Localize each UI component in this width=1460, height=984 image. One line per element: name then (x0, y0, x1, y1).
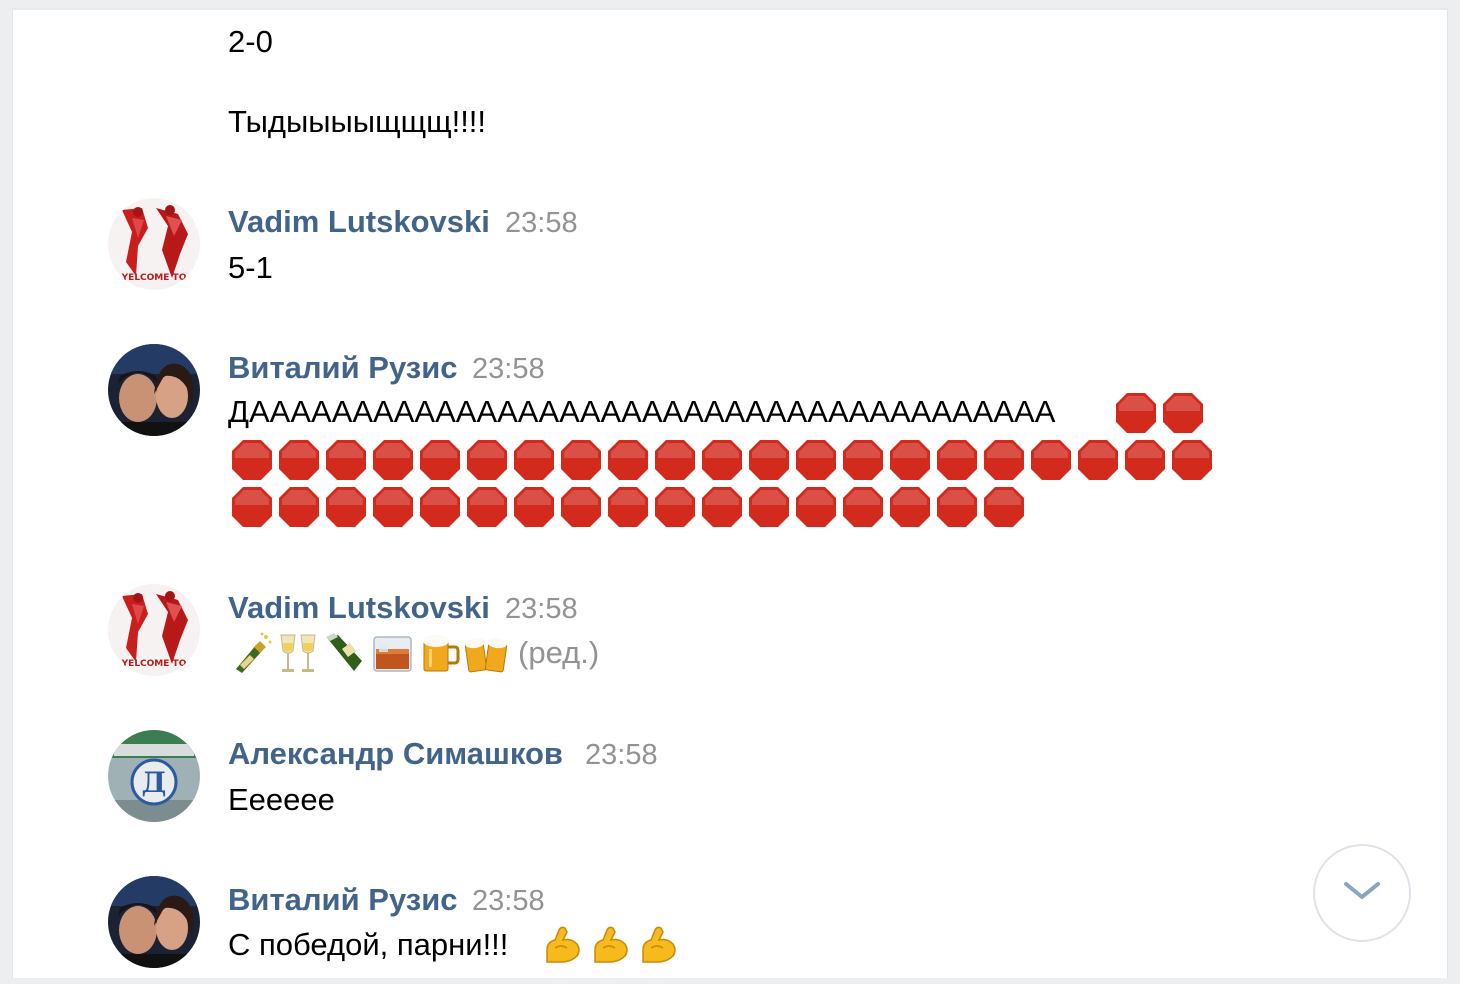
author-name[interactable]: Виталий Рузис (228, 348, 458, 388)
stop-sign-icon (653, 485, 697, 529)
stop-sign-icon (277, 438, 321, 482)
stop-sign-icon (1114, 391, 1158, 435)
emoji-line (1114, 391, 1205, 435)
flexed-biceps-icon (589, 924, 631, 966)
stop-sign-icon (935, 438, 979, 482)
stop-sign-icon (512, 485, 556, 529)
stop-sign-icon (888, 485, 932, 529)
stop-sign-icon (418, 438, 462, 482)
stop-sign-icon (465, 485, 509, 529)
author-name[interactable]: Vadim Lutskovski (228, 588, 490, 628)
avatar[interactable]: YELCOME TO (108, 584, 200, 676)
flexed-biceps-icon (541, 924, 583, 966)
emoji-line (541, 924, 679, 966)
message-time[interactable]: 23:58 (585, 735, 658, 775)
stop-sign-icon (606, 485, 650, 529)
drinks-emoji-row: (ред.) (230, 630, 599, 676)
whisky-glass-icon (371, 631, 414, 675)
stop-sign-icon (371, 485, 415, 529)
emoji-line (230, 485, 1026, 529)
stop-sign-icon (982, 438, 1026, 482)
author-name[interactable]: Александр Симашков (228, 734, 563, 774)
stop-sign-icon (1123, 438, 1167, 482)
clinking-beer-mugs-icon (465, 631, 508, 675)
stop-sign-icon (230, 485, 274, 529)
edited-label: (ред.) (518, 635, 600, 670)
stop-sign-icon (1029, 438, 1073, 482)
message-time[interactable]: 23:58 (505, 203, 578, 243)
avatar[interactable]: YELCOME TO (108, 198, 200, 290)
stop-sign-icon (700, 485, 744, 529)
message-text: ДААААААААААААААААААААААААААААААААААААААА (228, 394, 1056, 429)
stop-sign-icon (512, 438, 556, 482)
emoji-line (230, 438, 1214, 482)
svg-text:Д: Д (142, 766, 167, 799)
champagne-bottle-icon (324, 631, 367, 675)
avatar[interactable] (108, 876, 200, 968)
stop-sign-icon (888, 438, 932, 482)
avatar[interactable]: Д (108, 730, 200, 822)
stop-sign-icon (324, 485, 368, 529)
wine-glasses-icon (277, 631, 320, 675)
message-time[interactable]: 23:58 (472, 349, 545, 389)
stop-sign-icon (1076, 438, 1120, 482)
author-name[interactable]: Vadim Lutskovski (228, 202, 490, 242)
stop-sign-icon (747, 485, 791, 529)
chevron-down-icon (1342, 879, 1382, 908)
message-text: 2-0 (228, 24, 273, 59)
message-time[interactable]: 23:58 (505, 589, 578, 629)
stop-sign-icon (653, 438, 697, 482)
message-time[interactable]: 23:58 (472, 881, 545, 921)
stop-sign-icon (559, 438, 603, 482)
svg-text:YELCOME TO: YELCOME TO (121, 659, 187, 669)
stop-sign-icon (1161, 391, 1205, 435)
message-text: Ееееее (228, 782, 335, 817)
stop-sign-icon (606, 438, 650, 482)
stop-sign-icon (841, 485, 885, 529)
scroll-to-bottom-button[interactable] (1313, 844, 1411, 942)
stop-sign-icon (841, 438, 885, 482)
flexed-biceps-icon (637, 924, 679, 966)
stop-sign-icon (324, 438, 368, 482)
chat-history: 2-0 Тыдыыыыщщщ!!!! YELCOME TO Vadim Luts… (12, 8, 1448, 978)
bottle-popping-icon (230, 631, 273, 675)
message-text: 5-1 (228, 250, 273, 285)
message-text: С победой, парни!!! (228, 927, 509, 962)
stop-sign-icon (465, 438, 509, 482)
stop-sign-icon (1170, 438, 1214, 482)
stop-sign-icon (700, 438, 744, 482)
stop-sign-icon (277, 485, 321, 529)
beer-mug-icon (418, 631, 461, 675)
stop-sign-icon (418, 485, 462, 529)
message-text: Тыдыыыыщщщ!!!! (228, 104, 487, 139)
svg-text:YELCOME TO: YELCOME TO (121, 273, 187, 283)
stop-sign-icon (747, 438, 791, 482)
stop-sign-icon (794, 485, 838, 529)
stop-sign-icon (230, 438, 274, 482)
avatar[interactable] (108, 344, 200, 436)
stop-sign-icon (982, 485, 1026, 529)
stop-sign-icon (559, 485, 603, 529)
author-name[interactable]: Виталий Рузис (228, 880, 458, 920)
stop-sign-icon (371, 438, 415, 482)
stop-sign-icon (794, 438, 838, 482)
stop-sign-icon (935, 485, 979, 529)
